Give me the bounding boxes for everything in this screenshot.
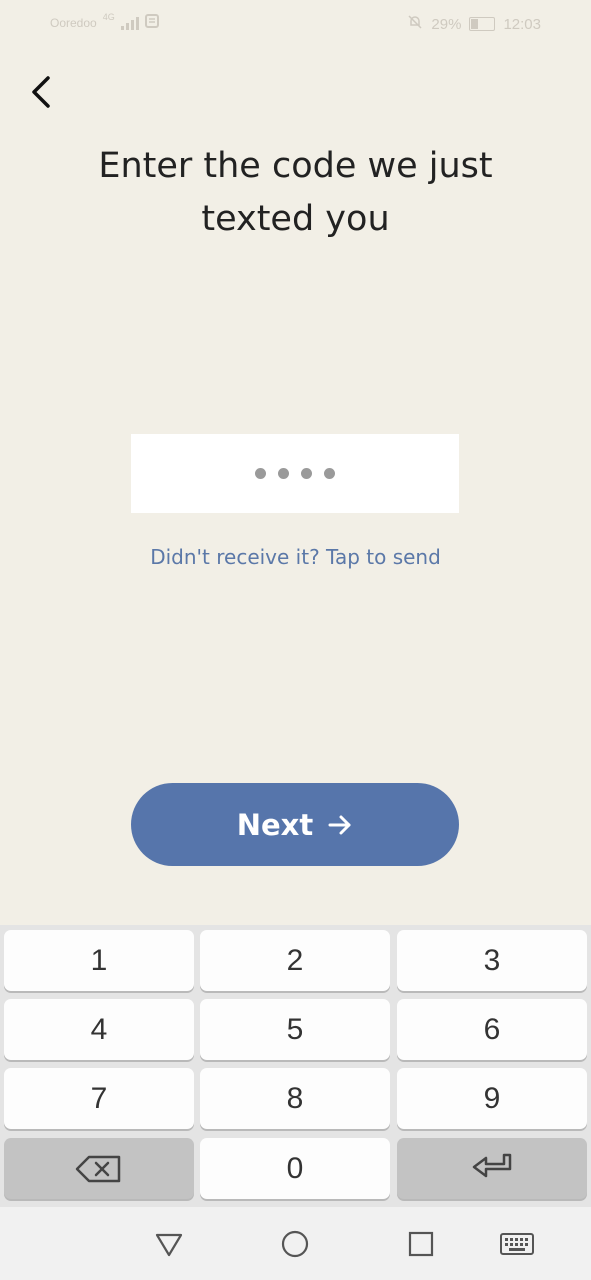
enter-icon xyxy=(472,1153,512,1177)
key-3[interactable]: 3 xyxy=(397,930,587,991)
key-label: 5 xyxy=(286,1012,304,1046)
key-2[interactable]: 2 xyxy=(200,930,390,991)
key-5[interactable]: 5 xyxy=(200,999,390,1060)
code-mask-dot xyxy=(324,468,335,479)
network-type: 4G xyxy=(102,12,115,22)
key-label: 4 xyxy=(90,1012,108,1046)
next-button-label: Next xyxy=(236,807,314,842)
backspace-icon xyxy=(75,1155,121,1182)
nav-keyboard-button[interactable] xyxy=(498,1227,536,1261)
code-mask-dot xyxy=(255,468,266,479)
numeric-keyboard: 1 2 3 4 5 6 7 8 9 0 xyxy=(0,925,591,1207)
verification-code-input[interactable] xyxy=(131,434,459,513)
title-line-1: Enter the code we just xyxy=(98,146,493,186)
key-9[interactable]: 9 xyxy=(397,1068,587,1129)
key-4[interactable]: 4 xyxy=(4,999,194,1060)
key-label: 6 xyxy=(483,1012,501,1046)
enter-key[interactable] xyxy=(397,1138,587,1199)
carrier-name: Ooredoo xyxy=(50,16,97,30)
key-label: 0 xyxy=(286,1151,304,1185)
back-triangle-icon xyxy=(155,1233,183,1257)
key-label: 2 xyxy=(286,943,304,977)
key-label: 8 xyxy=(286,1081,304,1115)
nav-recents-button[interactable] xyxy=(404,1227,438,1261)
code-mask-dot xyxy=(301,468,312,479)
page-title: Enter the code we just texted you xyxy=(40,140,551,246)
nav-back-button[interactable] xyxy=(152,1227,186,1261)
recents-square-icon xyxy=(408,1231,434,1257)
key-8[interactable]: 8 xyxy=(200,1068,390,1129)
key-7[interactable]: 7 xyxy=(4,1068,194,1129)
notification-icon xyxy=(144,14,159,32)
key-label: 1 xyxy=(90,943,108,977)
keyboard-icon xyxy=(500,1233,534,1255)
status-right: 29% 12:03 xyxy=(407,14,541,34)
key-label: 9 xyxy=(483,1081,501,1115)
home-circle-icon xyxy=(281,1230,309,1258)
code-mask-dot xyxy=(278,468,289,479)
clock: 12:03 xyxy=(503,15,541,33)
title-line-2: texted you xyxy=(201,199,390,239)
arrow-right-icon xyxy=(328,815,351,834)
nav-home-button[interactable] xyxy=(278,1227,312,1261)
key-1[interactable]: 1 xyxy=(4,930,194,991)
status-bar: Ooredoo 4G 29% 12:03 xyxy=(0,0,591,46)
key-label: 3 xyxy=(483,943,501,977)
resend-code-link[interactable]: Didn't receive it? Tap to send xyxy=(0,545,591,569)
signal-icon xyxy=(120,16,139,30)
status-left: Ooredoo 4G xyxy=(50,12,159,32)
key-0[interactable]: 0 xyxy=(200,1138,390,1199)
key-label: 7 xyxy=(90,1081,108,1115)
battery-percent: 29% xyxy=(431,15,462,33)
chevron-left-icon xyxy=(32,76,50,108)
key-6[interactable]: 6 xyxy=(397,999,587,1060)
back-button[interactable] xyxy=(26,70,62,114)
battery-icon xyxy=(469,17,496,31)
backspace-key[interactable] xyxy=(4,1138,194,1199)
mute-bell-icon xyxy=(407,14,423,34)
next-button[interactable]: Next xyxy=(131,783,459,866)
system-nav-bar xyxy=(0,1207,591,1280)
